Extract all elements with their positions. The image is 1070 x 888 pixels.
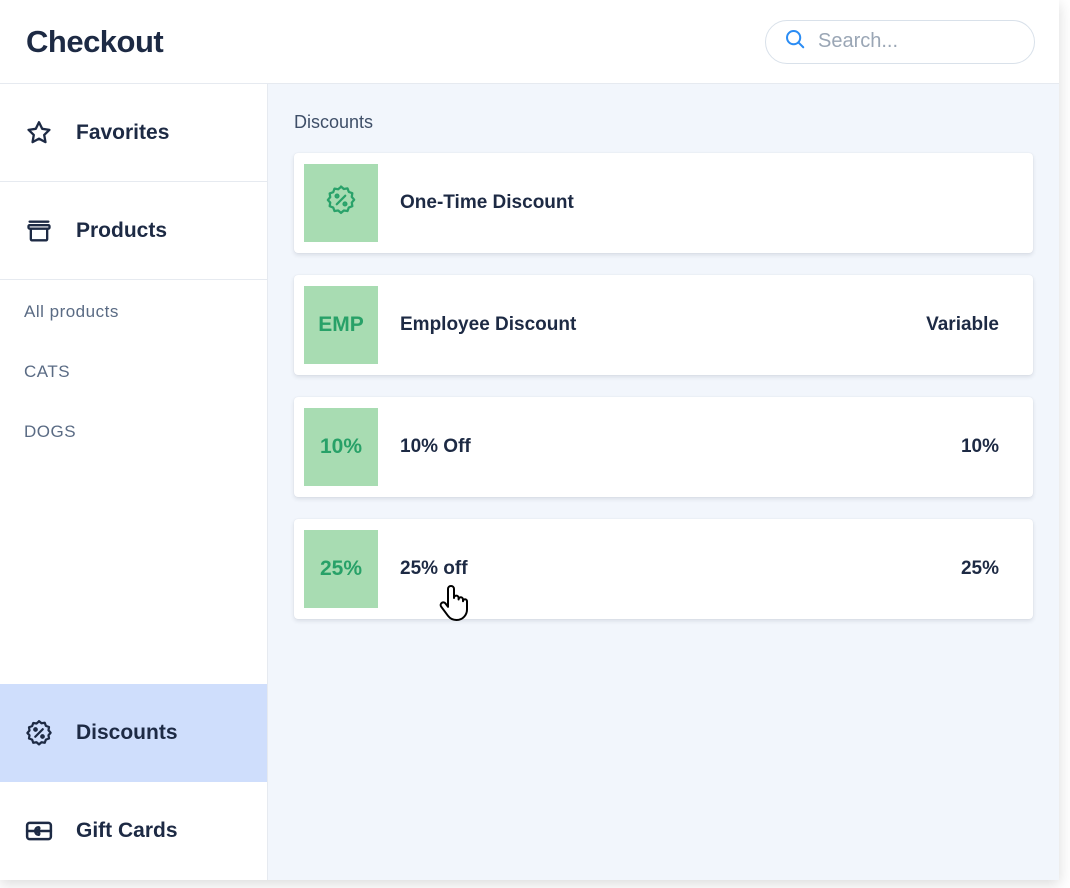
sidebar-item-favorites[interactable]: Favorites: [0, 84, 267, 182]
main-panel: Discounts One-Time Discoun: [268, 84, 1059, 880]
sidebar-spacer: [0, 450, 267, 684]
discount-badge-icon: [24, 718, 54, 748]
discount-card-10pct[interactable]: 10% 10% Off 10%: [294, 397, 1033, 497]
section-title: Discounts: [294, 112, 1033, 133]
sidebar-item-gift-cards[interactable]: Gift Cards: [0, 782, 267, 880]
gift-card-icon: [24, 816, 54, 846]
discount-value: 10%: [961, 436, 999, 458]
discount-badge: EMP: [304, 286, 378, 364]
sidebar: Favorites Products All products CATS DOG…: [0, 84, 268, 880]
discount-card-one-time[interactable]: One-Time Discount: [294, 153, 1033, 253]
discount-name: 10% Off: [400, 436, 939, 458]
sidebar-item-discounts[interactable]: Discounts: [0, 684, 267, 782]
discount-name: 25% off: [400, 558, 939, 580]
discount-card-employee[interactable]: EMP Employee Discount Variable: [294, 275, 1033, 375]
discount-badge-text: 10%: [320, 435, 362, 459]
body: Favorites Products All products CATS DOG…: [0, 84, 1059, 880]
sidebar-item-label: Gift Cards: [76, 819, 178, 843]
sidebar-item-label: Favorites: [76, 121, 169, 145]
app-title: Checkout: [26, 24, 163, 60]
sidebar-subitem-all-products[interactable]: All products: [24, 302, 243, 322]
discount-badge: 10%: [304, 408, 378, 486]
archive-icon: [24, 216, 54, 246]
discount-value: 25%: [961, 558, 999, 580]
products-subnav: All products CATS DOGS: [0, 280, 267, 450]
search-icon: [784, 28, 806, 55]
discount-name: One-Time Discount: [400, 192, 977, 214]
sidebar-item-label: Discounts: [76, 721, 178, 745]
discount-list: One-Time Discount EMP Employee Discount …: [294, 153, 1033, 619]
sidebar-subitem-cats[interactable]: CATS: [24, 362, 243, 382]
discount-badge-text: 25%: [320, 557, 362, 581]
discount-value: Variable: [926, 314, 999, 336]
search-field[interactable]: [765, 20, 1035, 64]
discount-card-25pct[interactable]: 25% 25% off 25%: [294, 519, 1033, 619]
sidebar-item-label: Products: [76, 219, 167, 243]
discount-badge: 25%: [304, 530, 378, 608]
discount-badge-icon: [324, 183, 358, 223]
search-input[interactable]: [818, 30, 1016, 53]
sidebar-subitem-dogs[interactable]: DOGS: [24, 422, 243, 442]
discount-badge-text: EMP: [318, 313, 364, 337]
header: Checkout: [0, 0, 1059, 84]
discount-name: Employee Discount: [400, 314, 904, 336]
sidebar-item-products[interactable]: Products: [0, 182, 267, 280]
star-icon: [24, 118, 54, 148]
discount-badge: [304, 164, 378, 242]
app-window: Checkout Favorites: [0, 0, 1059, 880]
